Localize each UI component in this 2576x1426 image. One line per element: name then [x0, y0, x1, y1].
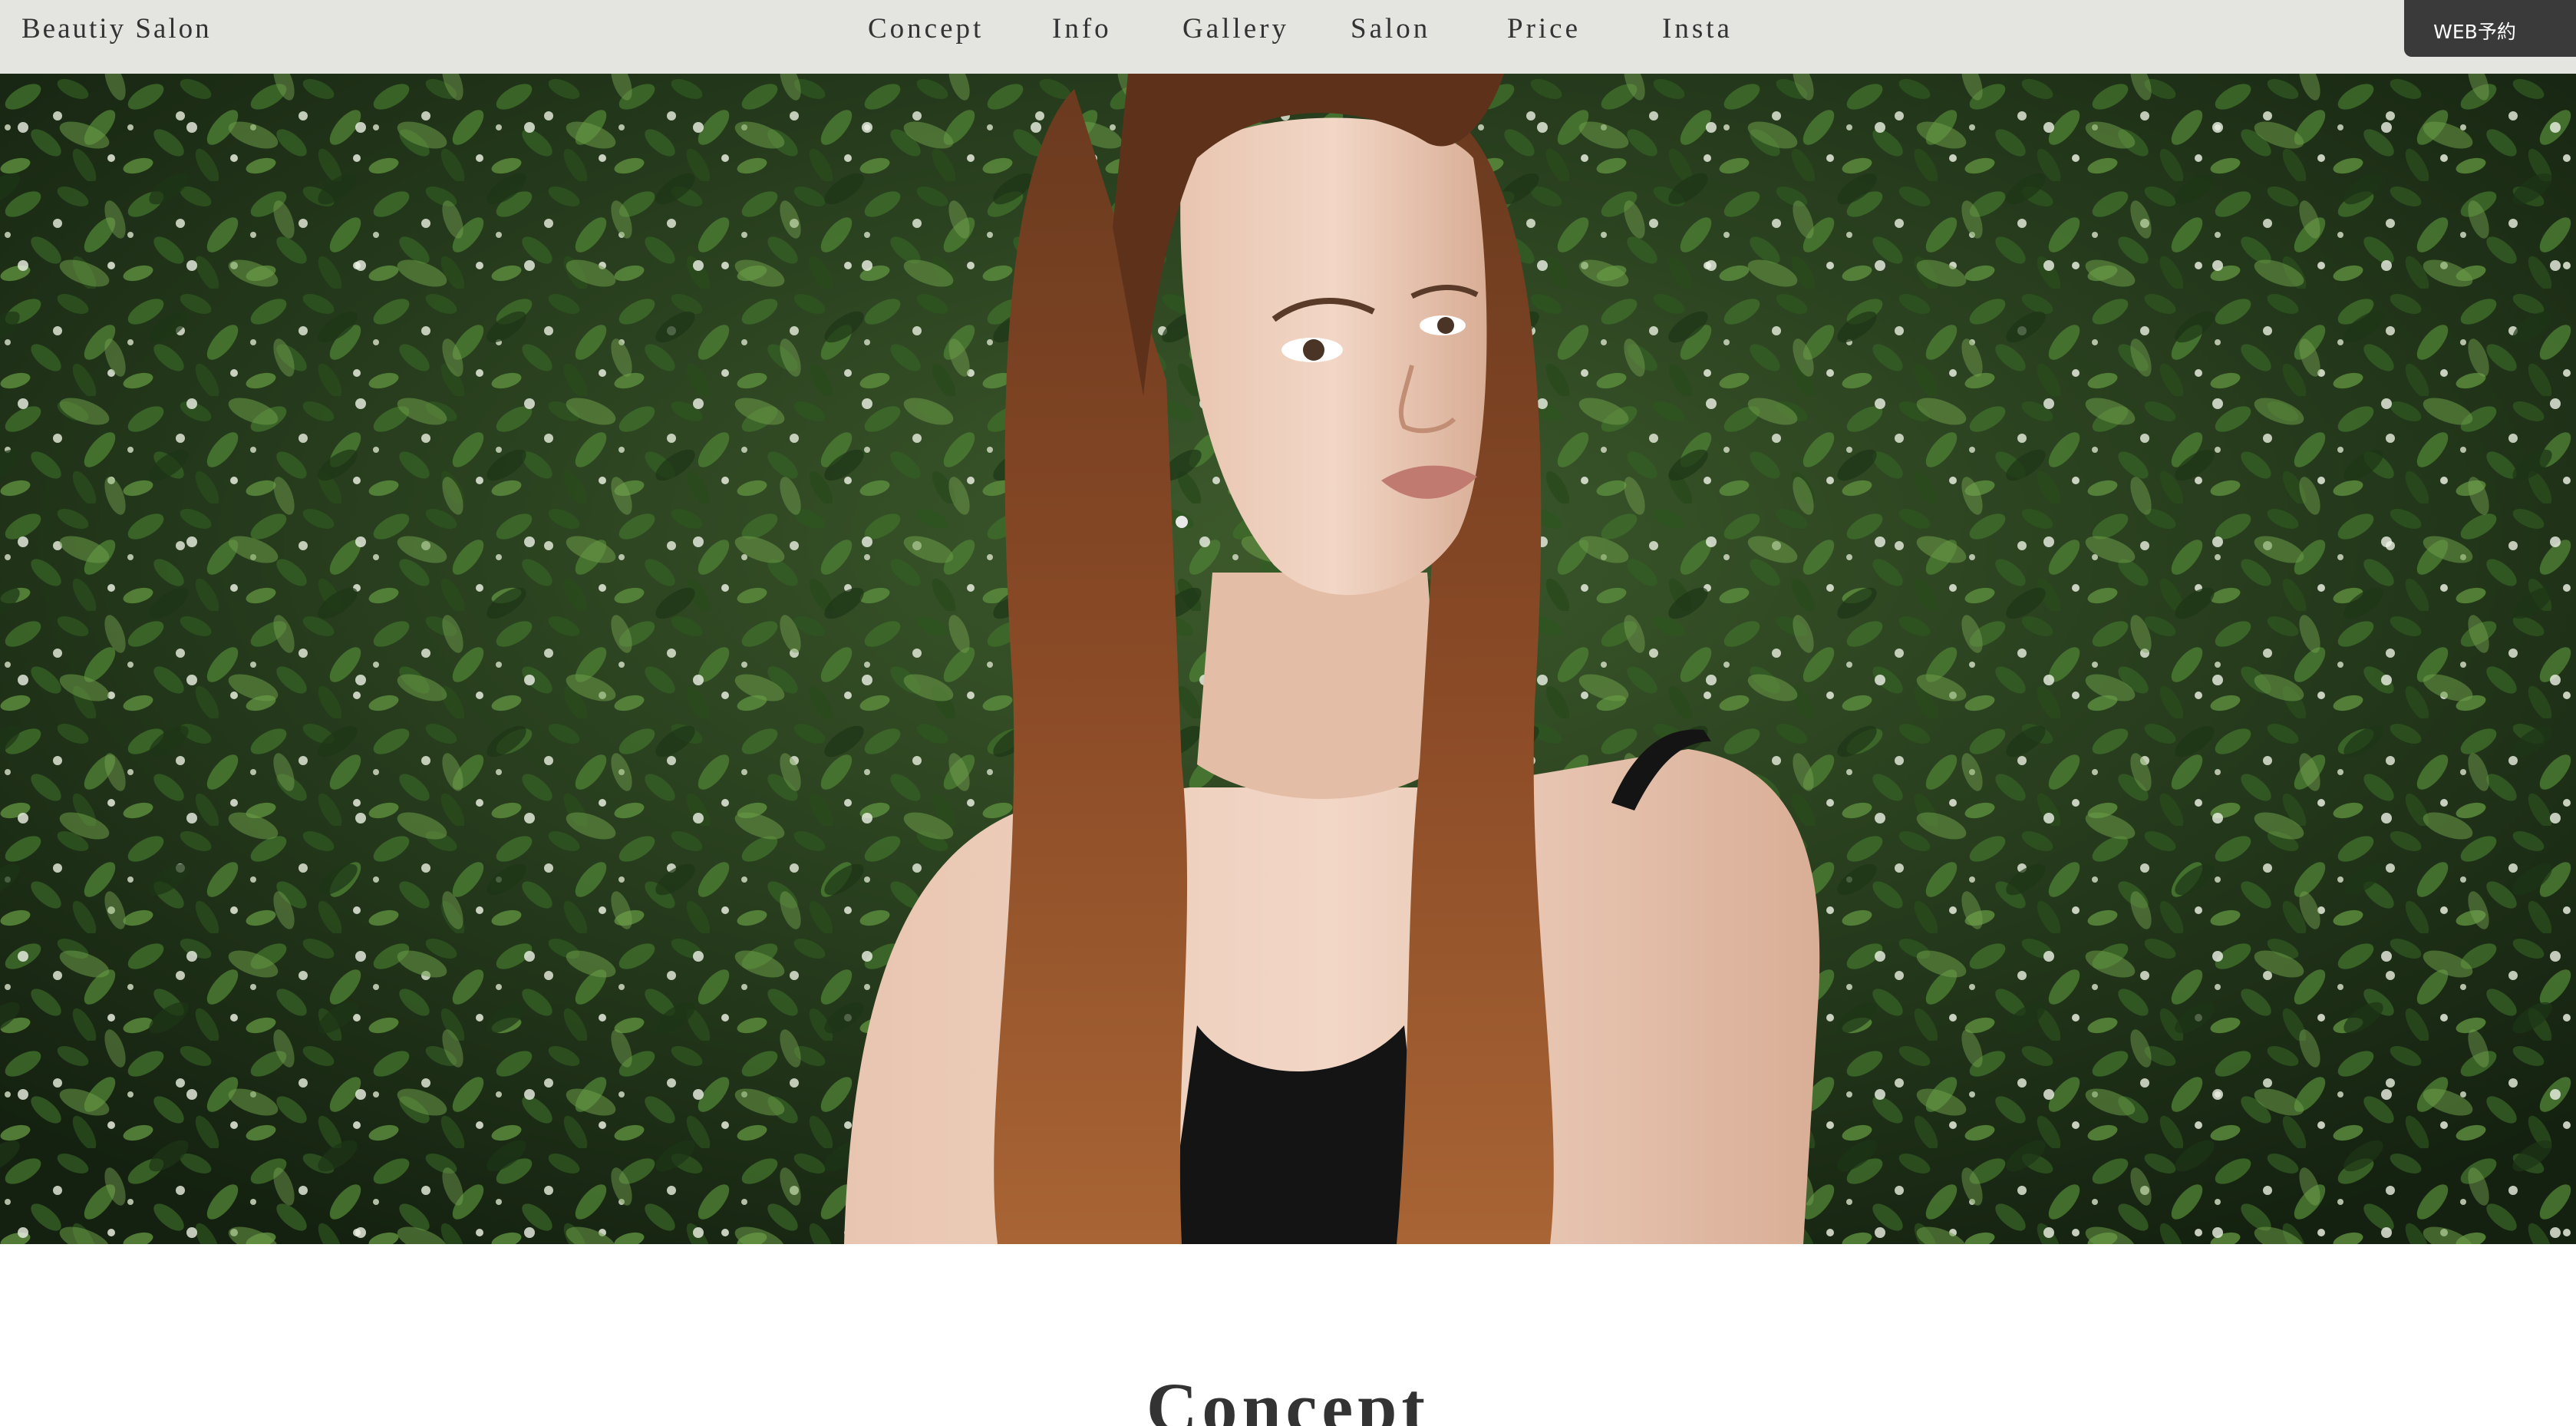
- nav-concept[interactable]: Concept: [868, 12, 984, 45]
- web-reservation-label: WEB予約: [2433, 21, 2516, 43]
- nav-salon[interactable]: Salon: [1351, 12, 1430, 45]
- concept-heading: Concept: [1146, 1368, 1430, 1426]
- nav-price[interactable]: Price: [1507, 12, 1581, 45]
- nav-info[interactable]: Info: [1052, 12, 1112, 45]
- main-nav: Concept Info Gallery Salon Price Insta: [0, 12, 2576, 58]
- portrait-photo: [0, 74, 2576, 1244]
- nav-gallery[interactable]: Gallery: [1182, 12, 1289, 45]
- hero-image: [0, 74, 2576, 1244]
- concept-section: Concept: [0, 1244, 2576, 1426]
- nav-insta[interactable]: Insta: [1662, 12, 1733, 45]
- site-header: Beautiy Salon Concept Info Gallery Salon…: [0, 0, 2576, 74]
- web-reservation-button[interactable]: WEB予約: [2404, 0, 2576, 57]
